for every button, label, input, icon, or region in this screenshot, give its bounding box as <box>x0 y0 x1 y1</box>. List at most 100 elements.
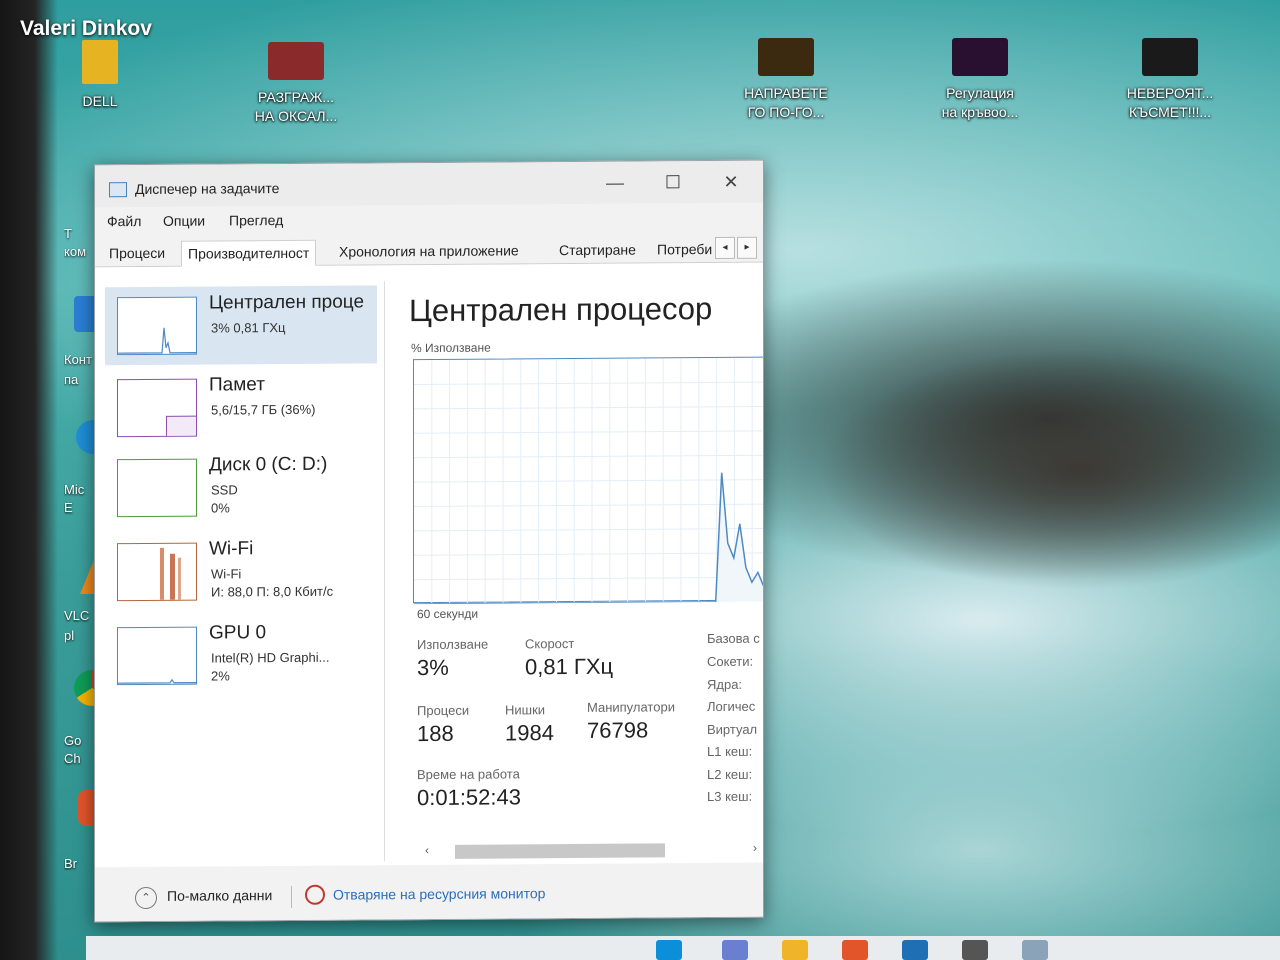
resource-name: Централен проце <box>209 291 365 314</box>
resource-item-cpu[interactable]: Централен проце 3% 0,81 ГХц <box>105 285 377 366</box>
speed-label: Скорост <box>525 635 575 652</box>
graph-gridline <box>414 479 764 483</box>
desktop-icon-label: НЕВЕРОЯТ... КЪСМЕТ!!!... <box>1126 85 1214 120</box>
gpu-mini-graph-svg <box>118 678 196 684</box>
threads-value: 1984 <box>505 720 554 746</box>
spec-l3-cache: L3 кеш: <box>707 788 753 805</box>
graph-gridline <box>414 552 764 556</box>
graph-gridline <box>414 454 764 459</box>
video-thumbnail-icon <box>758 38 814 76</box>
close-button[interactable]: ✕ <box>711 169 751 195</box>
scroll-right-icon[interactable]: › <box>753 841 757 855</box>
resource-item-wifi[interactable]: Wi-Fi Wi-Fi И: 88,0 П: 8,0 Кбит/с <box>105 531 377 611</box>
window-title: Диспечер на задачите <box>135 180 280 198</box>
cpu-mini-graph <box>117 296 197 356</box>
task-manager-taskbar-icon[interactable] <box>1022 940 1048 960</box>
scroll-left-icon[interactable]: ‹ <box>425 843 429 857</box>
spec-cores: Ядра: <box>707 676 743 693</box>
threads-label: Нишки <box>505 702 546 718</box>
taskbar <box>86 936 1280 960</box>
desktop-icon-label: НАПРАВЕТЕ ГО ПО-ГО... <box>744 85 828 120</box>
spec-l1-cache: L1 кеш: <box>707 743 753 760</box>
desktop-icon-video-2[interactable]: НАПРАВЕТЕ ГО ПО-ГО... <box>726 38 846 122</box>
desktop-icon-dell[interactable]: DELL <box>40 40 160 111</box>
graph-gridline <box>414 381 764 386</box>
resource-name: Памет <box>209 374 265 396</box>
task-manager-icon <box>109 182 127 198</box>
tab-scroll-right-icon[interactable]: ▸ <box>737 236 757 259</box>
resource-monitor-icon[interactable] <box>305 884 325 905</box>
edge-taskbar-icon[interactable] <box>656 940 682 960</box>
horizontal-scrollbar[interactable]: ‹ › <box>425 839 764 859</box>
settings-gear-icon[interactable] <box>962 940 988 960</box>
resource-detail: Wi-Fi <box>211 566 242 582</box>
desktop-icon-label: РАЗГРАЖ... НА ОКСАЛ... <box>254 89 338 124</box>
handles-label: Манипулатори <box>587 699 675 715</box>
video-thumbnail-icon <box>268 42 324 80</box>
tab-strip: Процеси Производителност Хронология на п… <box>95 232 763 268</box>
folder-icon <box>82 40 118 84</box>
desktop-icon-label: DELL <box>82 93 118 109</box>
cpu-usage-graph <box>413 356 764 605</box>
title-bar[interactable]: Диспечер на задачите — ☐ ✕ <box>95 160 763 208</box>
tab-processes[interactable]: Процеси <box>103 241 171 267</box>
uptime-label: Време на работа <box>417 766 520 783</box>
footer-bar: ⌃ По-малко данни Отваряне на ресурсния м… <box>95 862 763 923</box>
tab-scroll-left-icon[interactable]: ◂ <box>715 236 735 260</box>
spec-sockets: Сокети: <box>707 653 754 670</box>
footer-divider <box>291 885 292 908</box>
maximize-button[interactable]: ☐ <box>653 169 693 195</box>
scrollbar-thumb[interactable] <box>455 843 665 859</box>
desktop-icon-label: Регулация на кръвоо... <box>941 85 1019 120</box>
usage-value: 3% <box>417 654 449 681</box>
menu-options[interactable]: Опции <box>163 213 205 229</box>
app-taskbar-icon[interactable] <box>722 940 748 960</box>
desktop-icon-video-4[interactable]: НЕВЕРОЯТ... КЪСМЕТ!!!... <box>1110 38 1230 122</box>
spec-logical: Логичес <box>707 698 756 715</box>
fewer-details-button[interactable]: По-малко данни <box>167 887 272 904</box>
usage-label: Използване <box>417 636 489 653</box>
desktop-icon-video-3[interactable]: Регулация на кръвоо... <box>920 38 1040 122</box>
explorer-taskbar-icon[interactable] <box>782 940 808 960</box>
performance-content: Централен проце 3% 0,81 ГХц Памет 5,6/15… <box>95 262 764 868</box>
resource-detail: 0% <box>211 500 230 516</box>
processes-label: Процеси <box>417 702 470 719</box>
resource-detail: Intel(R) HD Graphi... <box>211 649 330 666</box>
menu-file[interactable]: Файл <box>107 213 141 229</box>
brave-taskbar-icon[interactable] <box>842 940 868 960</box>
resource-name: Wi-Fi <box>209 538 254 560</box>
resource-item-gpu[interactable]: GPU 0 Intel(R) HD Graphi... 2% <box>105 615 377 695</box>
spec-base-speed: Базова с <box>707 630 760 647</box>
resource-item-disk[interactable]: Диск 0 (C: D:) SSD 0% <box>105 447 377 527</box>
tab-users[interactable]: Потреби <box>651 237 715 263</box>
resource-detail: 3% 0,81 ГХц <box>211 320 286 336</box>
cpu-usage-area <box>414 472 764 605</box>
resource-name: GPU 0 <box>209 622 267 644</box>
spec-virtualization: Виртуал <box>707 721 758 738</box>
menu-bar: Файл Опции Преглед <box>95 205 763 234</box>
uptime-value: 0:01:52:43 <box>417 784 521 811</box>
wifi-mini-graph-svg <box>160 547 181 600</box>
graph-gridline <box>414 576 764 581</box>
memory-mini-graph <box>117 378 197 438</box>
processes-value: 188 <box>417 720 454 747</box>
app-taskbar-icon[interactable] <box>902 940 928 960</box>
menu-view[interactable]: Преглед <box>229 212 283 228</box>
graph-gridline <box>414 527 764 532</box>
resource-item-memory[interactable]: Памет 5,6/15,7 ГБ (36%) <box>105 367 377 447</box>
resource-list: Централен проце 3% 0,81 ГХц Памет 5,6/15… <box>105 281 385 864</box>
open-resource-monitor-link[interactable]: Отваряне на ресурсния монитор <box>333 885 545 902</box>
resource-detail: И: 88,0 П: 8,0 Кбит/с <box>211 583 334 600</box>
resource-name: Диск 0 (C: D:) <box>209 453 328 476</box>
tab-startup[interactable]: Стартиране <box>553 238 642 265</box>
speed-value: 0,81 ГХц <box>525 653 614 680</box>
tab-performance[interactable]: Производителност <box>181 239 317 267</box>
desktop-icon-video-1[interactable]: РАЗГРАЖ... НА ОКСАЛ... <box>236 42 356 126</box>
chevron-up-icon[interactable]: ⌃ <box>135 886 157 910</box>
video-thumbnail-icon <box>1142 38 1198 76</box>
minimize-button[interactable]: — <box>595 170 635 196</box>
tab-app-history[interactable]: Хронология на приложение <box>333 238 525 265</box>
graph-gridline <box>414 405 764 410</box>
cpu-usage-line <box>414 472 764 605</box>
video-thumbnail-icon <box>952 38 1008 76</box>
